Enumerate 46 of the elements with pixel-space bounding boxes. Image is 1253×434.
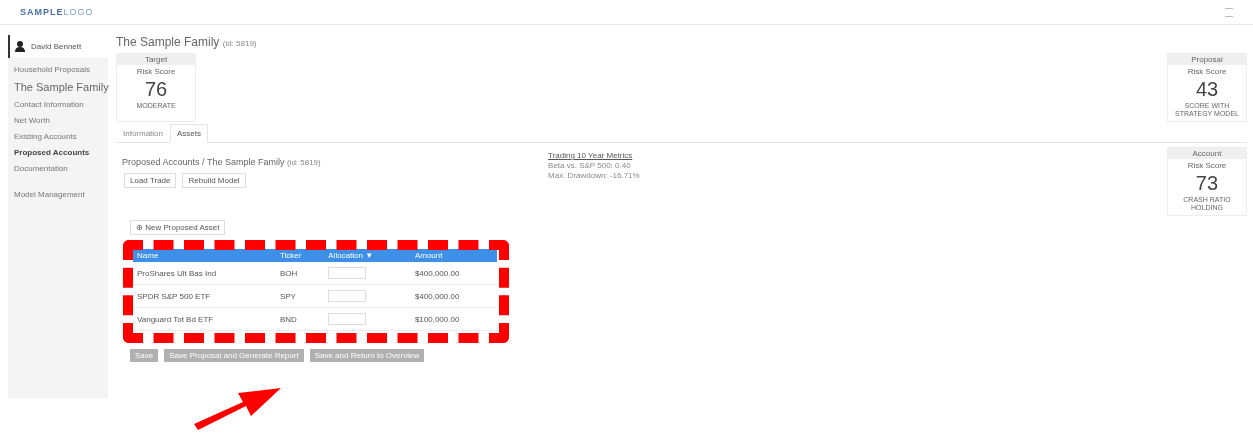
table-cell: BND — [275, 307, 325, 331]
arrow-icon — [194, 388, 281, 430]
table-cell: $400,000.00 — [410, 262, 497, 285]
score-heading: Account — [1168, 148, 1246, 159]
user-item[interactable]: David Bennett — [8, 35, 108, 58]
table-cell: SPY — [275, 284, 325, 308]
add-asset-button[interactable]: ⊕ New Proposed Asset — [130, 220, 226, 235]
sidebar-item[interactable]: Contact Information — [8, 100, 108, 109]
table-cell: SPDR S&P 500 ETF — [133, 284, 276, 308]
tab[interactable]: Information — [116, 124, 171, 143]
metrics-link[interactable]: Trading 10 Year Metrics — [548, 151, 640, 160]
score-label: Risk Score — [135, 67, 177, 76]
sidebar-item[interactable]: Net Worth — [8, 116, 108, 125]
score-heading: Target — [117, 54, 195, 65]
score-label: Risk Score — [1186, 161, 1228, 170]
column-header[interactable]: Allocation ▼ — [324, 249, 411, 262]
sidebar-item[interactable]: Documentation — [8, 164, 108, 173]
score-value: 76 — [143, 78, 169, 100]
allocation-field[interactable] — [328, 290, 367, 302]
table-cell: BOH — [275, 262, 325, 285]
allocation-field[interactable] — [328, 313, 367, 325]
person-icon — [15, 41, 25, 52]
score-heading: Proposal — [1168, 54, 1246, 65]
table-cell: $100,000.00 — [410, 307, 497, 331]
page-title: The Sample Family (id: 5819) — [116, 35, 258, 49]
allocation-field[interactable] — [328, 267, 367, 279]
table-cell: Vanguard Tot Bd ETF — [133, 307, 276, 331]
sidebar-item[interactable]: Household Proposals — [8, 65, 108, 74]
tab[interactable]: Assets — [170, 124, 209, 143]
logo: SAMPLELOGO — [20, 7, 94, 17]
score-value: 73 — [1194, 172, 1220, 194]
score-value: 43 — [1194, 78, 1220, 100]
section-title: Proposed Accounts / The Sample Family (id: 5819) — [122, 157, 321, 167]
table-cell: ProShares Ult Bas Ind — [133, 262, 276, 285]
column-header[interactable]: Name — [133, 249, 276, 262]
sidebar-item[interactable]: Existing Accounts — [8, 132, 108, 141]
metric-text: Max. Drawdown: -16.71% — [548, 171, 640, 180]
sidebar-item[interactable]: Proposed Accounts — [8, 148, 108, 157]
sidebar-item[interactable]: Model Management — [8, 190, 108, 199]
action-button[interactable]: Load Trade — [124, 173, 177, 188]
action-button[interactable]: Rebuild Model — [182, 173, 246, 188]
metric-text: Beta vs. S&P 500: 0.40 — [548, 161, 632, 170]
sidebar-item[interactable]: The Sample Family — [8, 81, 108, 93]
score-label: Risk Score — [1186, 67, 1228, 76]
table-cell: $400,000.00 — [410, 284, 497, 308]
menu-icon[interactable] — [1225, 7, 1233, 17]
